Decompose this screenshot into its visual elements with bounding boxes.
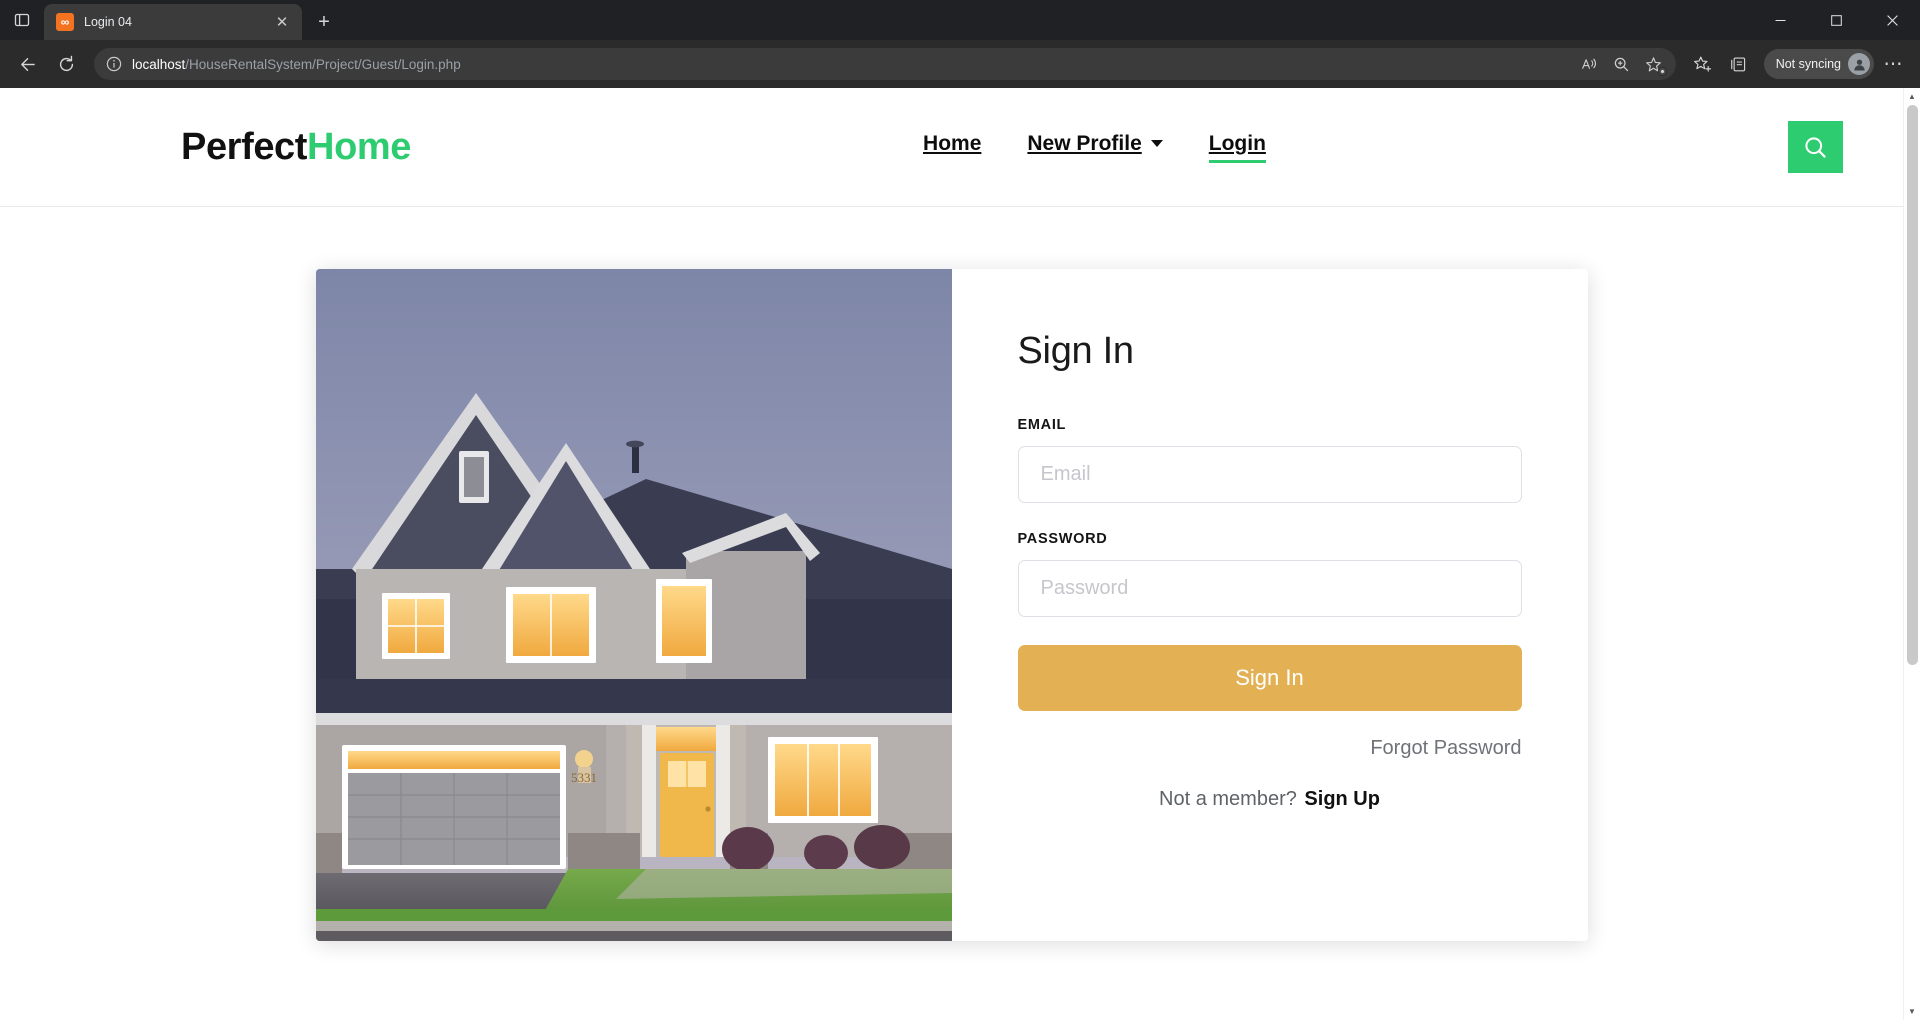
back-button[interactable] [10, 46, 46, 82]
web-page: PerfectHome Home New Profile Login 5331 … [0, 88, 1903, 1020]
browser-titlebar: ∞ Login 04 ✕ + [0, 0, 1920, 40]
new-tab-button[interactable]: + [308, 6, 340, 38]
logo-first-word: Perfect [181, 126, 308, 168]
svg-text:5331: 5331 [571, 770, 597, 785]
email-input[interactable] [1017, 445, 1522, 503]
email-label: EMAIL [1017, 416, 1067, 433]
tab-search-button[interactable] [0, 0, 44, 40]
maximize-icon [1830, 14, 1842, 26]
sign-in-button[interactable]: Sign In [1017, 644, 1522, 711]
forgot-password-row: Forgot Password [1018, 737, 1521, 760]
url-text: localhost/HouseRentalSystem/Project/Gues… [132, 57, 1568, 72]
nav-item-new-profile-label: New Profile [1027, 131, 1142, 155]
nav-item-login[interactable]: Login [1208, 131, 1267, 163]
collections-button[interactable] [1722, 47, 1756, 81]
scrollbar-thumb[interactable] [1906, 105, 1918, 665]
browser-toolbar: localhost/HouseRentalSystem/Project/Gues… [0, 40, 1920, 88]
form-title: Sign In [1017, 330, 1135, 372]
window-controls [1752, 0, 1920, 40]
house-illustration: 5331 [315, 269, 952, 941]
settings-and-more-button[interactable]: ⋯ [1876, 47, 1910, 81]
close-window-button[interactable] [1864, 0, 1920, 40]
close-icon [1886, 14, 1898, 26]
scrollbar-track[interactable] [1904, 105, 1920, 1003]
scroll-down-button[interactable]: ▼ [1904, 1003, 1920, 1020]
add-favorite-button[interactable] [1640, 50, 1668, 78]
omnibox-actions [1576, 50, 1668, 78]
sync-status-label: Not syncing [1775, 57, 1841, 71]
url-path: /HouseRentalSystem/Project/Guest/Login.p… [185, 56, 461, 72]
site-header: PerfectHome Home New Profile Login [0, 88, 1903, 207]
zoom-in-icon [1614, 57, 1629, 71]
minimize-icon [1775, 19, 1785, 21]
site-logo[interactable]: PerfectHome [181, 128, 411, 166]
house-photo: 5331 [315, 269, 952, 941]
login-card: 5331 Sign In EMAIL Email PASSWORD Sign I… [315, 269, 1588, 941]
favorite-badge [1657, 67, 1667, 76]
refresh-button[interactable] [48, 46, 84, 82]
nav-item-login-label: Login [1208, 131, 1266, 155]
favorites-icon [1694, 56, 1712, 72]
collections-icon [1731, 56, 1746, 71]
main-navigation: Home New Profile Login [923, 131, 1267, 163]
favorites-button[interactable] [1686, 47, 1720, 81]
forgot-password-link[interactable]: Forgot Password [1370, 737, 1521, 759]
search-icon [1805, 136, 1826, 158]
profile-button[interactable]: Not syncing [1763, 49, 1874, 79]
page-content: 5331 Sign In EMAIL Email PASSWORD Sign I… [0, 207, 1903, 941]
nav-item-new-profile[interactable]: New Profile [1027, 131, 1163, 163]
password-label: PASSWORD [1017, 530, 1108, 547]
logo-second-word: Home [307, 126, 412, 168]
browser-tab[interactable]: ∞ Login 04 ✕ [44, 4, 302, 40]
address-bar[interactable]: localhost/HouseRentalSystem/Project/Gues… [94, 48, 1676, 80]
back-arrow-icon [20, 57, 35, 71]
browser-window: ∞ Login 04 ✕ + localhost/HouseRentalSyst… [0, 0, 1920, 1020]
email-field-group: EMAIL [1017, 416, 1522, 503]
minimize-button[interactable] [1752, 0, 1808, 40]
password-input[interactable] [1017, 559, 1522, 617]
password-field-group: PASSWORD [1017, 530, 1522, 617]
nav-item-home[interactable]: Home [923, 132, 981, 163]
xampp-favicon: ∞ [56, 13, 74, 31]
scroll-up-button[interactable]: ▲ [1904, 88, 1920, 105]
tab-title: Login 04 [84, 15, 132, 29]
nav-item-home-label: Home [923, 131, 982, 155]
sign-up-link[interactable]: Sign Up [1304, 788, 1380, 810]
login-form: Sign In EMAIL PASSWORD Sign In Forgot Pa… [951, 269, 1588, 941]
tab-search-icon [14, 13, 30, 27]
url-host: localhost [132, 56, 186, 72]
chevron-down-icon [1150, 140, 1163, 147]
site-information-icon[interactable] [104, 54, 124, 74]
page-scrollbar[interactable]: ▲ ▼ [1903, 88, 1920, 1020]
read-aloud-icon [1582, 58, 1597, 69]
signup-prompt-text: Not a member? [1159, 787, 1297, 810]
signup-prompt-row: Not a member? Sign Up [1018, 788, 1522, 811]
maximize-button[interactable] [1808, 0, 1864, 40]
zoom-in-button[interactable] [1608, 50, 1636, 78]
read-aloud-button[interactable] [1576, 50, 1604, 78]
profile-avatar-icon [1848, 53, 1870, 75]
refresh-icon [59, 55, 73, 71]
site-search-button[interactable] [1788, 121, 1843, 173]
close-tab-button[interactable]: ✕ [270, 10, 294, 34]
page-viewport: PerfectHome Home New Profile Login 5331 … [0, 88, 1920, 1020]
